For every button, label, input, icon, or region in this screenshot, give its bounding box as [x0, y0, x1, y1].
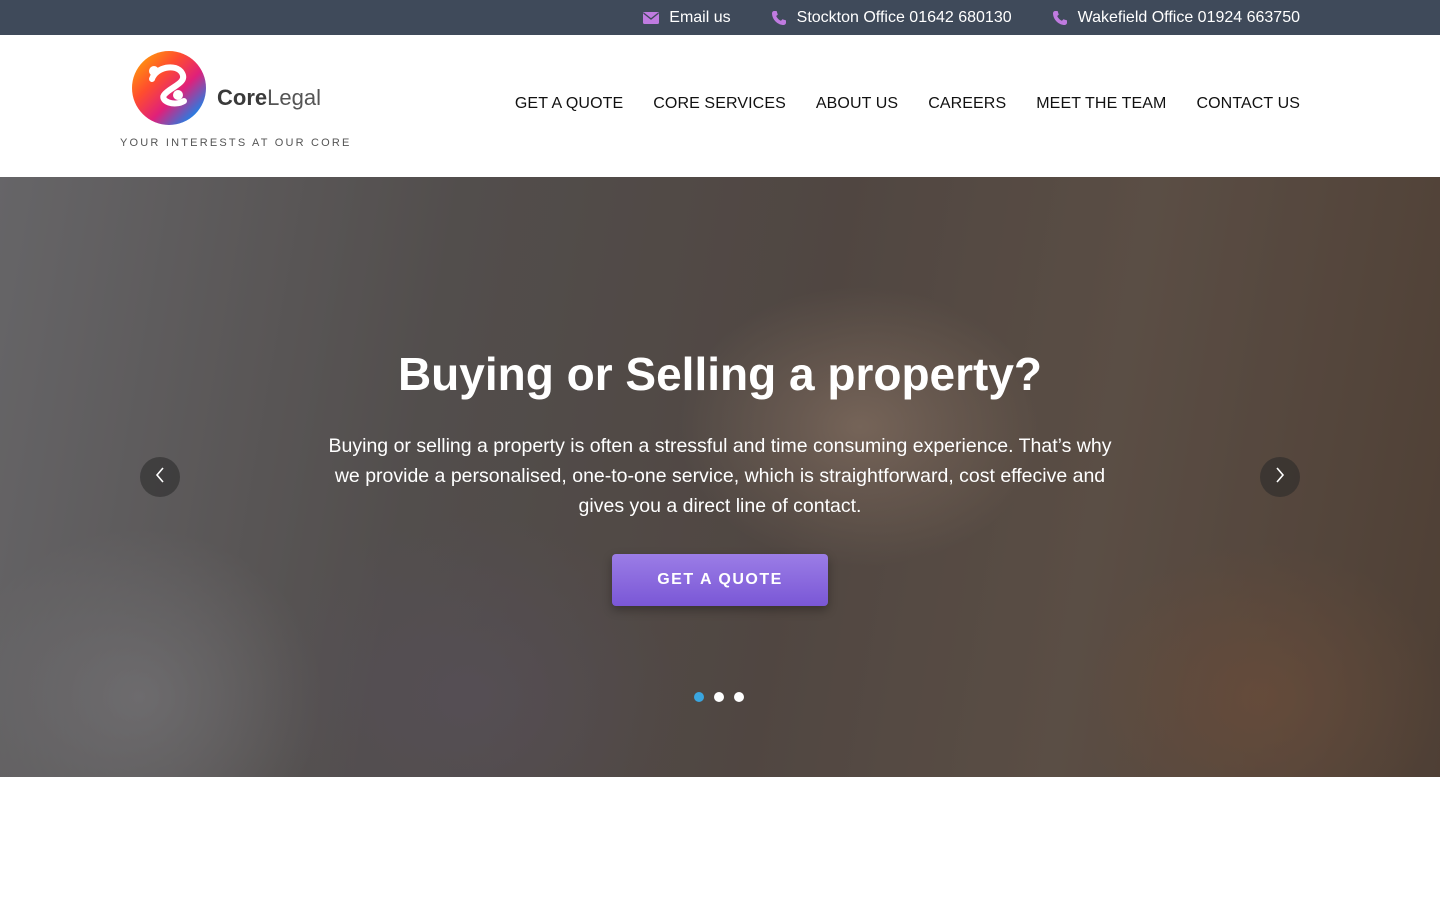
- nav-item-meet-the-team[interactable]: MEET THE TEAM: [1036, 95, 1166, 113]
- brand-name: CoreLegal: [217, 85, 321, 110]
- envelope-icon: [643, 11, 660, 24]
- nav-item-core-services[interactable]: CORE SERVICES: [653, 95, 786, 113]
- nav-item-get-a-quote[interactable]: GET A QUOTE: [515, 95, 623, 113]
- nav-item-about-us[interactable]: ABOUT US: [816, 95, 898, 113]
- email-us-link[interactable]: Email us: [643, 8, 731, 27]
- brand-tagline: YOUR INTERESTS AT OUR CORE: [120, 137, 352, 149]
- email-us-label: Email us: [669, 8, 731, 26]
- stockton-office-label: Stockton Office 01642 680130: [796, 8, 1012, 26]
- slider-dot-2[interactable]: [714, 692, 724, 702]
- core-legal-logo[interactable]: CoreLegal YOUR INTERESTS AT OUR CORE: [120, 47, 349, 157]
- top-contact-bar: Email us Stockton Office 01642 680130 Wa…: [0, 0, 1440, 35]
- phone-icon: [771, 10, 787, 26]
- slider-dot-1[interactable]: [694, 692, 704, 702]
- hero-description: Buying or selling a property is often a …: [328, 435, 1112, 517]
- site-header: CoreLegal YOUR INTERESTS AT OUR CORE GET…: [0, 35, 1440, 177]
- nav-item-careers[interactable]: CAREERS: [928, 95, 1006, 113]
- chevron-left-icon: [154, 466, 166, 488]
- wakefield-phone-link[interactable]: Wakefield Office 01924 663750: [1052, 9, 1300, 27]
- hero-slider: Buying or Selling a property? Buying or …: [0, 177, 1440, 777]
- slider-dots: [694, 692, 744, 702]
- slider-dot-3[interactable]: [734, 692, 744, 702]
- slider-next-button[interactable]: [1260, 457, 1300, 497]
- nav-item-contact-us[interactable]: CONTACT US: [1196, 95, 1300, 113]
- get-a-quote-button[interactable]: GET A QUOTE: [612, 554, 828, 606]
- chevron-right-icon: [1274, 466, 1286, 488]
- stockton-phone-link[interactable]: Stockton Office 01642 680130: [771, 9, 1012, 27]
- core-legal-logo-mark-icon: [130, 49, 208, 127]
- slider-prev-button[interactable]: [140, 457, 180, 497]
- phone-icon: [1052, 10, 1068, 26]
- hero-content: Buying or Selling a property? Buying or …: [0, 177, 1440, 777]
- hero-title: Buying or Selling a property?: [397, 348, 1043, 400]
- main-nav: GET A QUOTE CORE SERVICES ABOUT US CAREE…: [515, 95, 1300, 113]
- wakefield-office-label: Wakefield Office 01924 663750: [1077, 8, 1300, 26]
